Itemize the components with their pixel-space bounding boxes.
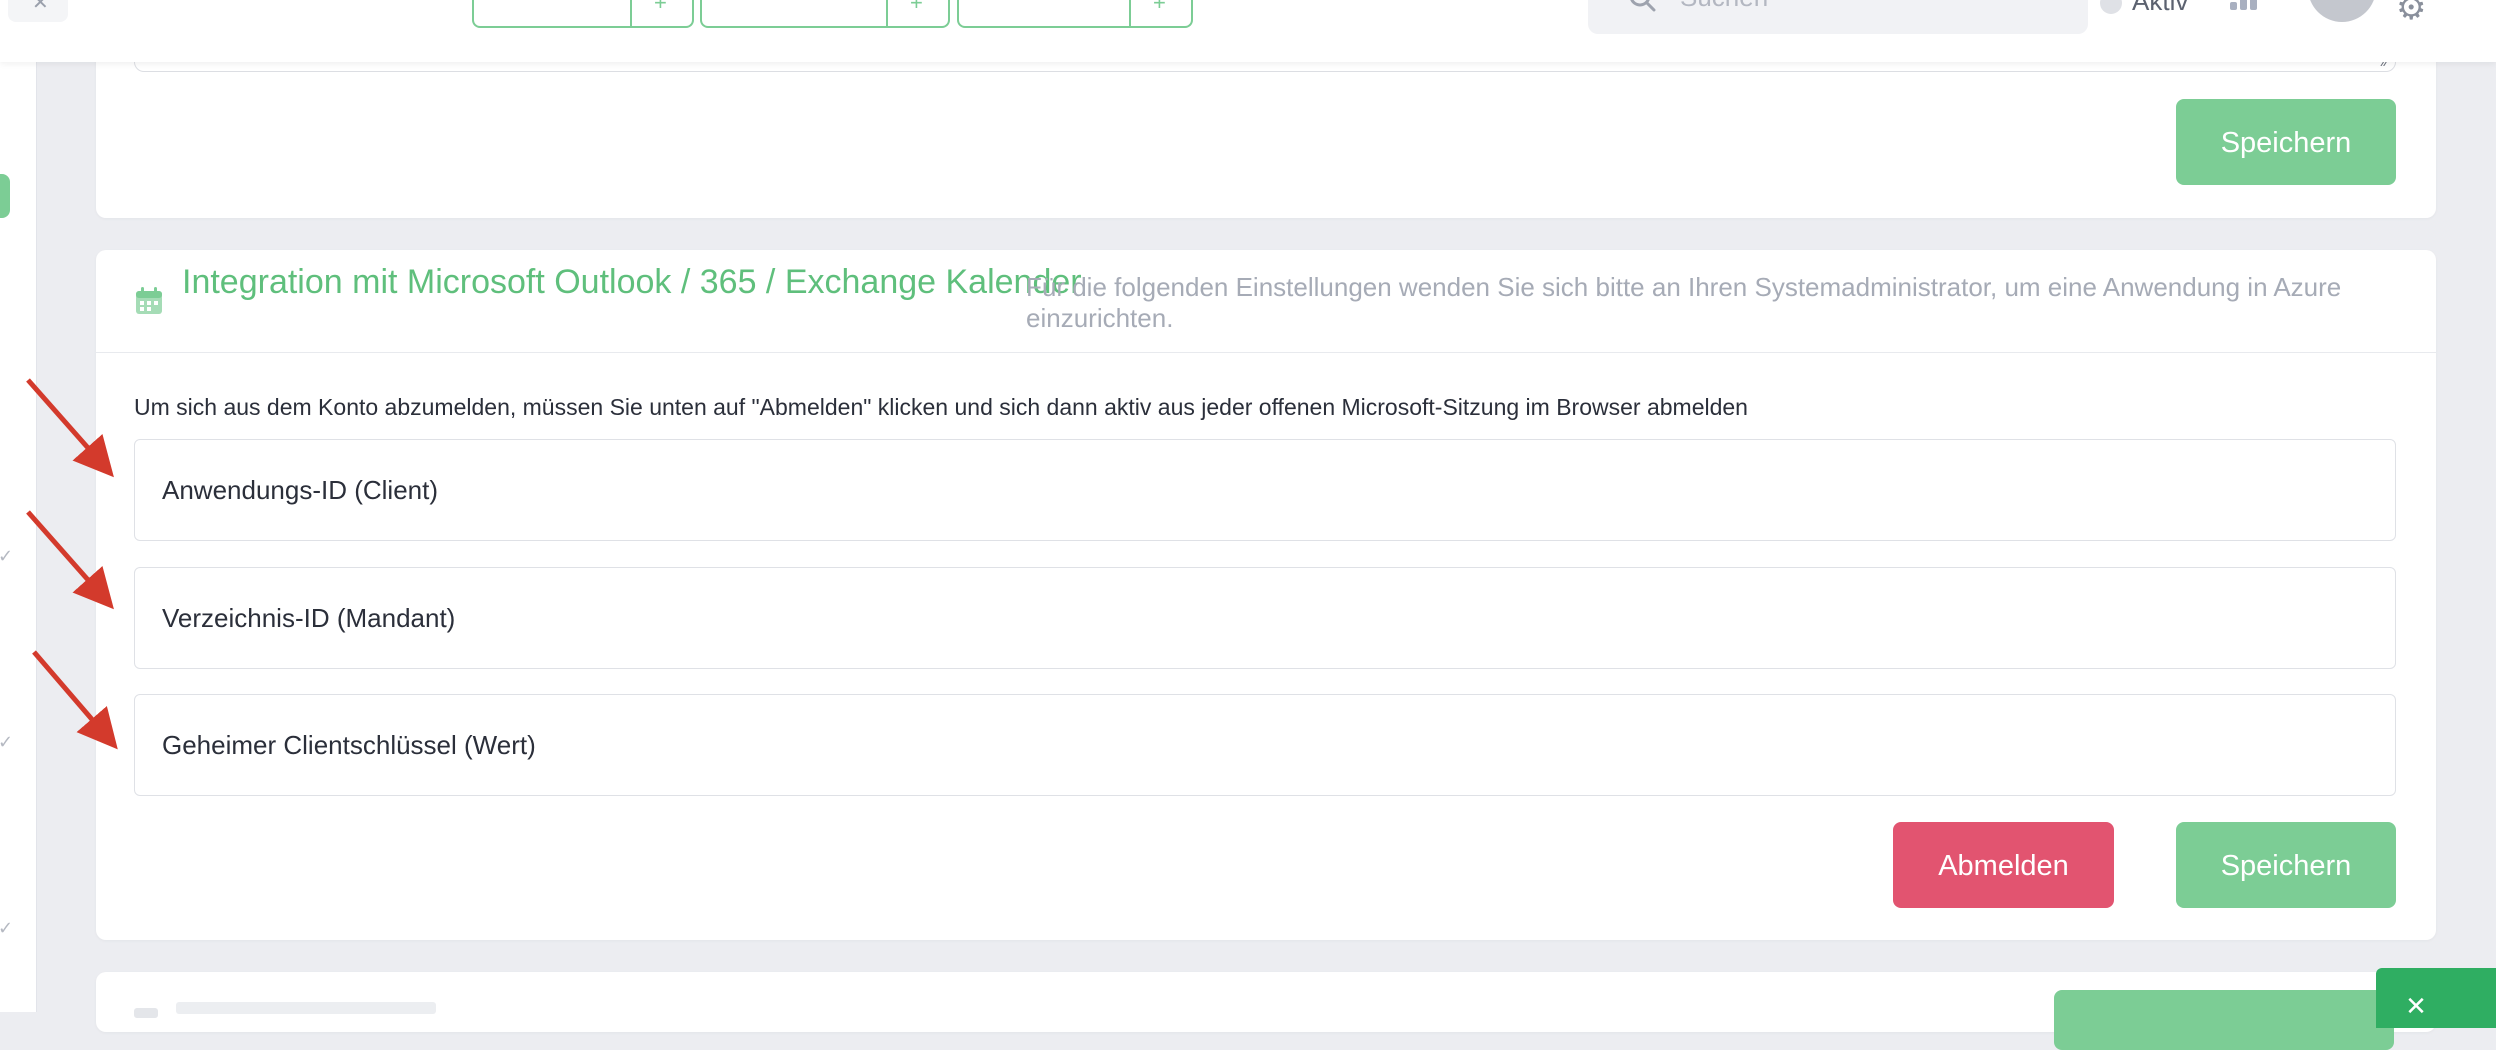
card-description: Für die folgenden Einstellungen wenden S… [1026, 272, 2342, 333]
check-icon: ✓ [0, 918, 14, 938]
plus-icon[interactable]: + [1153, 0, 1166, 14]
search-icon [1630, 0, 1656, 12]
close-icon: ✕ [32, 0, 49, 14]
card-header: Integration mit Microsoft Outlook / 365 … [96, 250, 2436, 353]
section-action-button[interactable] [2054, 990, 2394, 1050]
calendar-icon [136, 287, 162, 314]
check-icon: ✓ [0, 732, 14, 752]
toolbar-split-button[interactable]: + [957, 0, 1193, 28]
close-tab-button[interactable]: ✕ [8, 0, 68, 22]
annotation-arrow [26, 510, 114, 610]
application-id-field[interactable] [134, 439, 2396, 541]
sidebar-active-indicator[interactable] [0, 174, 10, 218]
directory-id-field[interactable] [134, 567, 2396, 669]
plus-icon[interactable]: + [654, 0, 667, 14]
save-button[interactable]: Speichern [2176, 99, 2396, 185]
section-title [176, 1002, 436, 1014]
client-secret-field[interactable] [134, 694, 2396, 796]
status-label: Aktiv [2132, 0, 2189, 16]
annotation-arrow [26, 378, 114, 478]
next-section-card [96, 972, 2436, 1050]
status-dot [2100, 0, 2122, 14]
feedback-widget[interactable]: ✕ [2376, 968, 2496, 1028]
search-placeholder[interactable]: Suchen [1680, 0, 1768, 13]
signal-icon[interactable] [2230, 0, 2266, 10]
avatar[interactable] [2308, 0, 2376, 22]
toolbar-split-button[interactable]: + [700, 0, 950, 28]
search-bar[interactable]: Suchen [1588, 0, 2088, 34]
toolbar-split-button[interactable]: + [472, 0, 694, 28]
sidebar: ✓ ✓ ✓ [0, 0, 37, 1012]
outlook-integration-card: Integration mit Microsoft Outlook / 365 … [96, 250, 2436, 940]
logout-button[interactable]: Abmelden [1893, 822, 2114, 908]
feedback-icon: ✕ [2401, 994, 2432, 1017]
gear-icon[interactable]: ⚙ [2396, 0, 2426, 28]
top-bar: ✕ + + + Suchen Aktiv ⚙ [0, 0, 2496, 62]
card-title: Integration mit Microsoft Outlook / 365 … [182, 263, 1082, 301]
plus-icon[interactable]: + [910, 0, 923, 14]
check-icon: ✓ [0, 546, 14, 566]
section-icon [134, 1008, 158, 1018]
save-button[interactable]: Speichern [2176, 822, 2396, 908]
logout-info-text: Um sich aus dem Konto abzumelden, müssen… [134, 394, 1748, 420]
